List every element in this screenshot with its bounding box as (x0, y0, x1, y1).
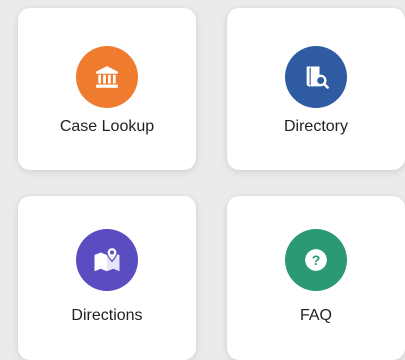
directions-icon-circle (76, 229, 138, 291)
book-search-icon (306, 66, 329, 89)
faq-icon-circle: ? (285, 229, 347, 291)
directions-card[interactable]: Directions (18, 196, 196, 360)
directions-label: Directions (71, 307, 143, 324)
case-lookup-label: Case Lookup (59, 118, 155, 135)
directory-card[interactable]: Directory (227, 8, 405, 170)
question-icon: ? (305, 249, 327, 271)
case-lookup-icon-circle (76, 46, 138, 108)
directory-label: Directory (283, 118, 348, 135)
faq-card[interactable]: ? FAQ (227, 196, 405, 360)
svg-text:?: ? (312, 252, 321, 268)
quick-links-grid: Case Lookup Directory Directions ? FAQ (0, 0, 405, 360)
courthouse-icon (96, 66, 118, 88)
map-pin-icon (94, 246, 120, 272)
directory-icon-circle (285, 46, 347, 108)
faq-label: FAQ (299, 307, 332, 324)
case-lookup-card[interactable]: Case Lookup (18, 8, 196, 170)
